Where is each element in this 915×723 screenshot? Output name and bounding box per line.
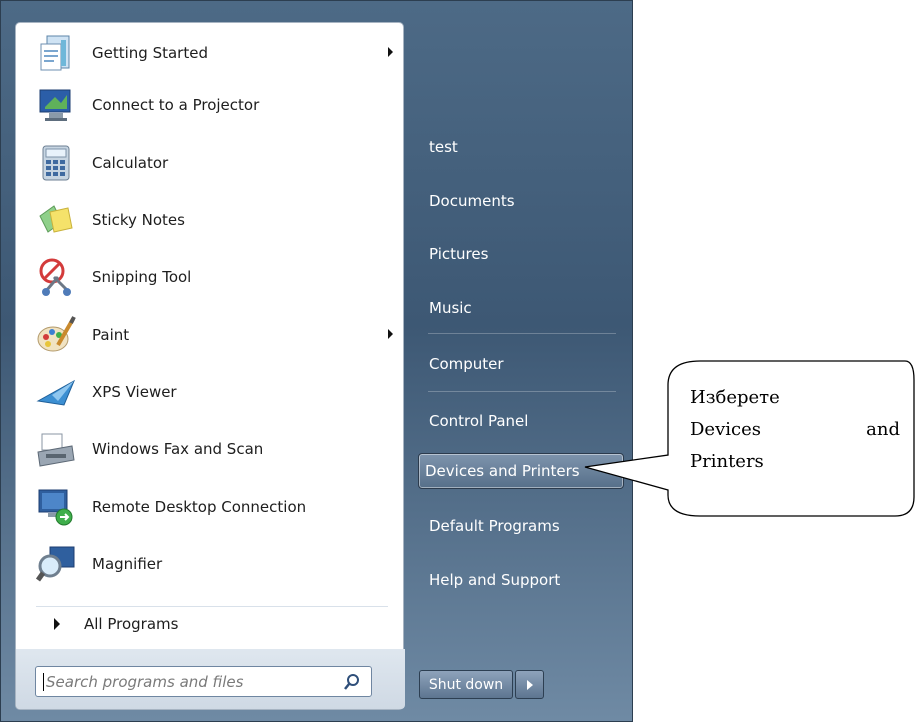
right-item-documents[interactable]: Documents: [421, 183, 621, 219]
program-label: Windows Fax and Scan: [92, 440, 264, 458]
program-fax-scan[interactable]: Windows Fax and Scan: [35, 425, 405, 473]
program-connect-projector[interactable]: Connect to a Projector: [35, 81, 405, 129]
right-item-label: test: [429, 138, 458, 156]
program-remote-desktop[interactable]: Remote Desktop Connection: [35, 483, 405, 531]
shutdown-group: Shut down: [419, 670, 544, 699]
search-icon[interactable]: [343, 673, 361, 695]
right-item-label: Computer: [429, 355, 504, 373]
program-sticky-notes[interactable]: Sticky Notes: [35, 196, 405, 244]
right-item-user[interactable]: test: [421, 129, 621, 165]
fax-scan-icon: [35, 429, 76, 470]
search-input[interactable]: Search programs and files: [35, 666, 372, 697]
getting-started-icon: [35, 33, 76, 74]
projector-icon: [35, 85, 76, 126]
right-pane: test Documents Pictures Music Computer C…: [406, 1, 634, 723]
callout-line: Devices and: [690, 414, 900, 446]
program-label: Sticky Notes: [92, 211, 185, 229]
program-paint[interactable]: Paint: [35, 311, 405, 359]
right-item-control-panel[interactable]: Control Panel: [421, 403, 621, 439]
program-label: Magnifier: [92, 555, 163, 573]
right-item-default-programs[interactable]: Default Programs: [421, 508, 621, 544]
remote-desktop-icon: [35, 487, 76, 528]
program-xps-viewer[interactable]: XPS Viewer: [35, 368, 405, 416]
program-label: Connect to a Projector: [92, 96, 260, 114]
text-cursor: [43, 673, 44, 691]
submenu-arrow-icon: [388, 329, 393, 339]
start-menu: Getting Started Connect to a Projector C…: [0, 0, 633, 722]
right-item-label: Documents: [429, 192, 515, 210]
right-item-computer[interactable]: Computer: [421, 346, 621, 382]
right-item-label: Pictures: [429, 245, 489, 263]
shutdown-options-button[interactable]: [515, 670, 544, 699]
program-getting-started[interactable]: Getting Started: [35, 29, 405, 77]
chevron-right-icon: [526, 679, 533, 690]
separator: [428, 333, 616, 334]
right-item-devices-printers[interactable]: Devices and Printers: [418, 453, 624, 489]
sticky-notes-icon: [35, 200, 76, 241]
callout-word: Devices: [690, 419, 761, 440]
program-label: Calculator: [92, 154, 169, 172]
all-programs-arrow-icon: [54, 618, 60, 630]
shutdown-label: Shut down: [428, 676, 504, 693]
all-programs-label: All Programs: [84, 615, 179, 633]
separator: [428, 391, 616, 392]
right-item-help-support[interactable]: Help and Support: [421, 562, 621, 598]
snipping-tool-icon: [35, 257, 76, 298]
calculator-icon: [35, 143, 76, 184]
program-label: Remote Desktop Connection: [92, 498, 307, 516]
program-label: Snipping Tool: [92, 268, 192, 286]
right-item-label: Music: [429, 299, 472, 317]
right-item-label: Help and Support: [429, 571, 561, 589]
shutdown-button[interactable]: Shut down: [419, 670, 513, 699]
programs-pane: Getting Started Connect to a Projector C…: [15, 22, 405, 710]
right-item-label: Default Programs: [429, 517, 560, 535]
separator: [36, 606, 388, 607]
xps-viewer-icon: [35, 372, 76, 413]
right-item-music[interactable]: Music: [421, 290, 621, 326]
magnifier-icon: [35, 544, 76, 585]
paint-icon: [35, 315, 76, 356]
all-programs[interactable]: All Programs: [36, 610, 388, 638]
submenu-arrow-icon: [388, 47, 393, 57]
callout-line: Printers: [690, 451, 764, 472]
program-calculator[interactable]: Calculator: [35, 139, 405, 187]
program-label: Paint: [92, 326, 130, 344]
program-label: Getting Started: [92, 44, 208, 62]
program-snipping-tool[interactable]: Snipping Tool: [35, 253, 405, 301]
right-item-label: Control Panel: [429, 412, 529, 430]
callout-text: Изберете Devices and Printers: [690, 382, 900, 478]
callout-line: Изберете: [690, 387, 780, 408]
right-item-pictures[interactable]: Pictures: [421, 236, 621, 272]
search-placeholder: Search programs and files: [46, 672, 244, 691]
program-magnifier[interactable]: Magnifier: [35, 540, 405, 588]
program-label: XPS Viewer: [92, 383, 177, 401]
callout-word: and: [866, 419, 900, 440]
right-item-label: Devices and Printers: [425, 462, 580, 480]
